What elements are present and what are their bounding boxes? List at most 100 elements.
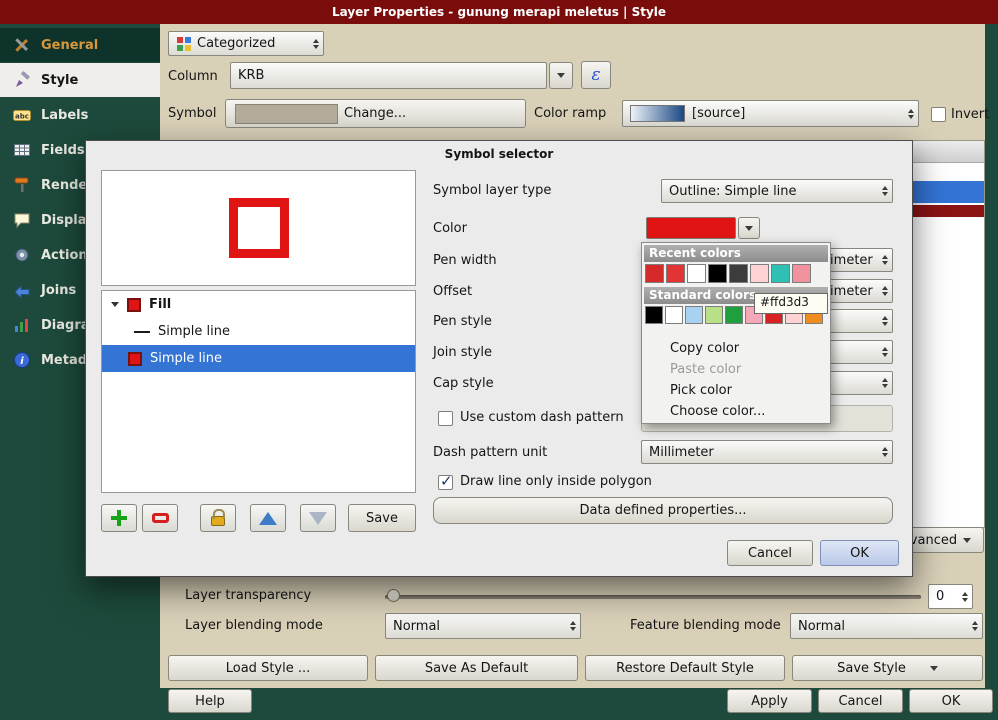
standard-color-swatch-0[interactable] bbox=[645, 306, 663, 324]
expression-builder-button[interactable]: ε bbox=[581, 61, 611, 89]
speech-bubble-icon bbox=[12, 211, 32, 229]
color-dropdown-button[interactable] bbox=[738, 217, 760, 239]
spinbox-arrows[interactable] bbox=[962, 592, 968, 602]
cancel-button[interactable]: Cancel bbox=[818, 689, 903, 713]
column-value: KRB bbox=[238, 68, 542, 83]
standard-color-swatch-2[interactable] bbox=[685, 306, 703, 324]
transparency-spinbox[interactable]: 0 bbox=[928, 584, 973, 609]
recent-colors-header: Recent colors bbox=[644, 245, 828, 262]
remove-symbol-layer-button[interactable] bbox=[142, 504, 178, 532]
dash-pattern-unit-label: Dash pattern unit bbox=[433, 445, 547, 460]
recent-color-swatch-4[interactable] bbox=[729, 264, 748, 283]
apply-button[interactable]: Apply bbox=[727, 689, 812, 713]
standard-color-swatch-1[interactable] bbox=[665, 306, 683, 324]
recent-color-swatch-0[interactable] bbox=[645, 264, 664, 283]
recent-color-swatch-6[interactable] bbox=[771, 264, 790, 283]
recent-colors-row bbox=[642, 262, 830, 285]
window-titlebar[interactable]: Layer Properties - gunung merapi meletus… bbox=[0, 0, 998, 24]
combo-spin-arrows bbox=[882, 286, 888, 296]
layer-transparency-slider[interactable] bbox=[385, 589, 921, 605]
help-button[interactable]: Help bbox=[168, 689, 252, 713]
symbol-change-button[interactable]: Change... bbox=[225, 99, 526, 128]
column-dropdown-button[interactable] bbox=[549, 62, 573, 89]
dash-pattern-unit-combo[interactable]: Millimeter bbox=[641, 440, 893, 464]
minus-icon bbox=[152, 513, 169, 523]
standard-color-swatch-3[interactable] bbox=[705, 306, 723, 324]
info-icon: i bbox=[12, 351, 32, 369]
symbol-layers-tree: Fill Simple line Simple line bbox=[101, 290, 416, 493]
join-arrow-icon bbox=[12, 281, 32, 299]
tree-row-simple-line-selected[interactable]: Simple line bbox=[102, 345, 415, 372]
use-custom-dash-checkbox[interactable] bbox=[438, 411, 453, 426]
chevron-down-icon bbox=[557, 73, 565, 78]
tree-label: Fill bbox=[149, 297, 171, 312]
color-ramp-label: Color ramp bbox=[534, 106, 606, 121]
color-dropdown-menu: Recent colors Standard colors Copy color… bbox=[641, 242, 831, 424]
menu-item-pick-color[interactable]: Pick color bbox=[642, 380, 830, 401]
draw-inside-polygon-checkbox[interactable] bbox=[438, 475, 453, 490]
symbol-layer-type-combo[interactable]: Outline: Simple line bbox=[661, 179, 893, 203]
recent-color-swatch-7[interactable] bbox=[792, 264, 811, 283]
classes-table-fragment bbox=[913, 140, 985, 528]
recent-color-swatch-2[interactable] bbox=[687, 264, 706, 283]
slider-handle[interactable] bbox=[387, 589, 400, 602]
expander-icon[interactable] bbox=[111, 302, 119, 307]
save-as-default-button[interactable]: Save As Default bbox=[375, 655, 578, 681]
menu-item-copy-color[interactable]: Copy color bbox=[642, 338, 830, 359]
dialog-ok-button[interactable]: OK bbox=[820, 540, 899, 566]
lock-layer-button[interactable] bbox=[200, 504, 236, 532]
combo-spin-arrows bbox=[882, 316, 888, 326]
renderer-combo[interactable]: Categorized bbox=[168, 31, 324, 56]
invert-checkbox[interactable] bbox=[931, 107, 946, 122]
feature-blending-label: Feature blending mode bbox=[630, 618, 781, 633]
move-down-button[interactable] bbox=[300, 504, 336, 532]
standard-color-swatch-4[interactable] bbox=[725, 306, 743, 324]
chevron-down-icon bbox=[963, 538, 971, 543]
bar-chart-icon bbox=[12, 316, 32, 334]
move-up-button[interactable] bbox=[250, 504, 286, 532]
symbol-preview bbox=[101, 170, 416, 286]
column-combo[interactable]: KRB bbox=[230, 62, 547, 89]
combo-spin-arrows bbox=[570, 621, 576, 631]
data-defined-properties-button[interactable]: Data defined properties... bbox=[433, 497, 893, 524]
window-title: Layer Properties - gunung merapi meletus… bbox=[332, 5, 666, 19]
menu-item-choose-color[interactable]: Choose color... bbox=[642, 401, 830, 422]
save-symbol-button[interactable]: Save bbox=[348, 504, 416, 532]
combo-spin-arrows bbox=[882, 186, 888, 196]
load-style-button[interactable]: Load Style ... bbox=[168, 655, 368, 681]
chevron-down-icon bbox=[930, 666, 938, 671]
tree-row-fill[interactable]: Fill bbox=[102, 291, 415, 318]
recent-color-swatch-3[interactable] bbox=[708, 264, 727, 283]
change-button-label: Change... bbox=[344, 106, 406, 121]
arrow-up-icon bbox=[259, 512, 277, 525]
sidebar-item-labels[interactable]: abcLabels bbox=[0, 98, 160, 132]
color-ramp-combo[interactable]: [source] bbox=[622, 100, 919, 127]
ok-button[interactable]: OK bbox=[909, 689, 993, 713]
recent-color-swatch-1[interactable] bbox=[666, 264, 685, 283]
red-outline-symbol bbox=[229, 198, 289, 258]
sidebar-item-style[interactable]: Style bbox=[0, 63, 160, 97]
column-label: Column bbox=[168, 69, 218, 84]
color-button[interactable] bbox=[646, 217, 736, 239]
save-style-button[interactable]: Save Style bbox=[792, 655, 983, 681]
color-ramp-swatch bbox=[630, 105, 685, 122]
recent-color-swatch-5[interactable] bbox=[750, 264, 769, 283]
categorized-icon bbox=[176, 36, 192, 52]
layer-blending-combo[interactable]: Normal bbox=[385, 613, 581, 639]
restore-default-style-button[interactable]: Restore Default Style bbox=[585, 655, 785, 681]
svg-text:i: i bbox=[20, 356, 24, 367]
classes-selected-row-fragment[interactable] bbox=[913, 181, 984, 203]
combo-spin-arrows bbox=[882, 378, 888, 388]
cap-style-label: Cap style bbox=[433, 376, 494, 391]
color-menu-items: Copy colorPaste colorPick colorChoose co… bbox=[642, 338, 830, 422]
paintbrush-icon bbox=[12, 71, 32, 89]
sidebar-item-general[interactable]: General bbox=[0, 28, 160, 62]
dialog-cancel-button[interactable]: Cancel bbox=[727, 540, 813, 566]
add-symbol-layer-button[interactable] bbox=[101, 504, 137, 532]
tree-row-simple-line[interactable]: Simple line bbox=[102, 318, 415, 345]
feature-blending-combo[interactable]: Normal bbox=[790, 613, 983, 639]
classes-symbol-fragment bbox=[913, 205, 984, 217]
tree-label: Simple line bbox=[150, 351, 222, 366]
sidebar-item-label: Labels bbox=[41, 108, 88, 123]
offset-label: Offset bbox=[433, 284, 472, 299]
